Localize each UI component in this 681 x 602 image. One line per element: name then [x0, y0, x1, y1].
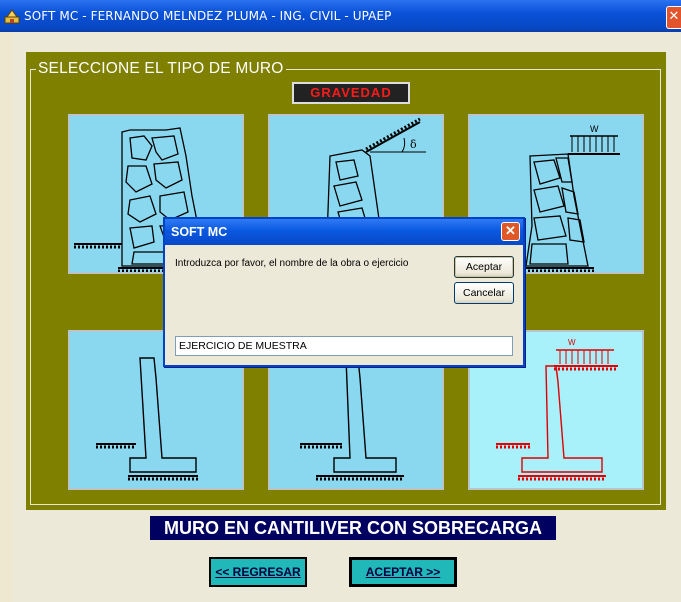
- dialog-accept-button[interactable]: Aceptar: [454, 256, 514, 278]
- surcharge-label: W: [590, 124, 599, 134]
- selected-wall-label: MURO EN CANTILIVER CON SOBRECARGA: [150, 516, 556, 540]
- dialog-title-bar[interactable]: SOFT MC ✕: [165, 219, 523, 245]
- dialog-prompt: Introduzca por favor, el nombre de la ob…: [175, 258, 409, 269]
- wall-type-legend: SELECCIONE EL TIPO DE MURO: [36, 60, 286, 78]
- app-icon: [4, 9, 20, 24]
- category-badge: GRAVEDAD: [292, 82, 410, 104]
- close-icon: ✕: [668, 9, 680, 24]
- angle-label: δ: [410, 138, 417, 151]
- project-name-dialog: SOFT MC ✕ Introduzca por favor, el nombr…: [163, 217, 525, 367]
- dialog-cancel-button[interactable]: Cancelar: [454, 282, 514, 304]
- close-icon: ✕: [505, 223, 516, 238]
- dialog-close-button[interactable]: ✕: [501, 222, 520, 241]
- accept-button[interactable]: ACEPTAR >>: [349, 557, 457, 587]
- window-title: SOFT MC - FERNANDO MELNDEZ PLUMA - ING. …: [24, 9, 392, 23]
- back-button[interactable]: << REGRESAR: [209, 557, 307, 587]
- window-close-button[interactable]: ✕: [666, 6, 681, 29]
- dialog-title: SOFT MC: [171, 225, 228, 239]
- surcharge-label-selected: W: [568, 338, 576, 347]
- app-window: SOFT MC - FERNANDO MELNDEZ PLUMA - ING. …: [0, 0, 681, 602]
- project-name-input[interactable]: EJERCICIO DE MUESTRA: [175, 336, 513, 356]
- back-button-label: << REGRESAR: [215, 565, 301, 579]
- accept-button-label: ACEPTAR >>: [365, 565, 441, 579]
- title-bar[interactable]: SOFT MC - FERNANDO MELNDEZ PLUMA - ING. …: [0, 0, 681, 32]
